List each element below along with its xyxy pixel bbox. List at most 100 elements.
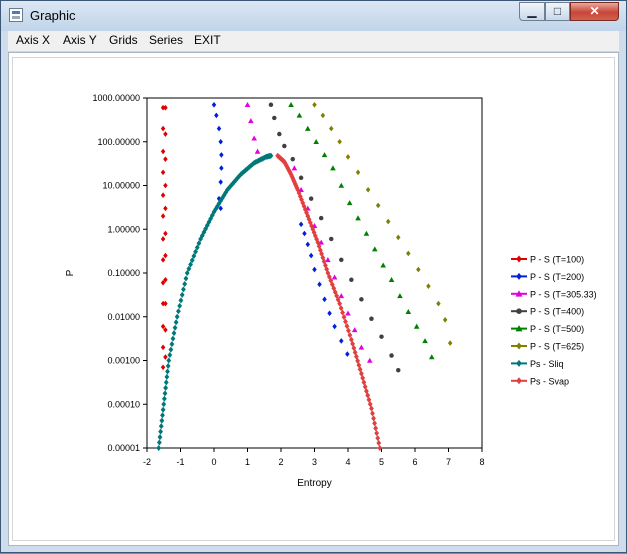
- x-tick-label: 2: [278, 457, 283, 467]
- series-4-point: [330, 165, 336, 171]
- series-5-point: [345, 154, 351, 160]
- series-1-point: [339, 338, 344, 344]
- legend-label-0: P - S (T=100): [530, 255, 584, 265]
- series-0-point: [163, 300, 168, 307]
- x-tick-label: 6: [412, 457, 417, 467]
- graphic-window: Graphic ▁ □ ✕ Axis X Axis Y Grids Series…: [0, 0, 627, 553]
- series-6-point: [181, 286, 186, 293]
- series-5-point: [355, 169, 361, 176]
- series-3-point: [290, 156, 295, 162]
- y-tick-label: 10.00000: [102, 181, 140, 191]
- series-0-point: [160, 192, 166, 199]
- series-0-point: [163, 230, 168, 237]
- series-6-point: [169, 341, 175, 348]
- series-3-point: [272, 115, 277, 121]
- series-7-point: [372, 420, 377, 427]
- legend-label-1: P - S (T=200): [530, 272, 584, 282]
- series-0-point: [160, 257, 166, 263]
- series-2-point: [244, 101, 251, 108]
- series-6-point: [163, 379, 169, 386]
- series-0-point: [160, 344, 166, 351]
- series-6-point: [163, 384, 169, 391]
- series-5-point: [365, 186, 371, 193]
- series-1-point: [308, 252, 314, 259]
- series-1-point: [312, 266, 317, 273]
- series-4-point: [422, 338, 428, 344]
- y-tick-label: 0.00001: [107, 443, 140, 453]
- series-7-point: [373, 425, 379, 432]
- series-6-point: [160, 412, 165, 419]
- series-2-point: [338, 293, 345, 299]
- series-0-point: [160, 364, 166, 371]
- x-tick-label: 4: [345, 457, 350, 467]
- series-4-point: [296, 112, 303, 118]
- series-5-point: [442, 317, 448, 323]
- series-6-point: [160, 406, 166, 413]
- y-tick-label: 1000.00000: [92, 93, 140, 103]
- series-0-point: [160, 125, 166, 132]
- y-tick-label: 0.00010: [107, 399, 140, 409]
- series-3-point: [308, 196, 314, 201]
- series-4-point: [372, 246, 378, 252]
- y-tick-label: 0.00100: [107, 356, 140, 366]
- series-4-point: [288, 101, 294, 108]
- series-6-point: [172, 324, 178, 331]
- series-5-point: [312, 101, 317, 108]
- series-1-point: [327, 310, 332, 317]
- series-0-point: [163, 252, 168, 259]
- series-6-point: [174, 313, 180, 320]
- series-4-point: [338, 182, 345, 188]
- series-6-point: [171, 330, 177, 337]
- series-6-point: [170, 335, 176, 342]
- y-tick-label: 100.00000: [97, 137, 140, 147]
- series-6-point: [167, 352, 173, 359]
- series-6-point: [157, 434, 163, 441]
- series-1-point: [218, 138, 223, 145]
- series-2-point: [345, 310, 351, 316]
- series-1-point: [214, 112, 219, 119]
- series-5-point: [320, 112, 326, 119]
- series-6-point: [162, 390, 168, 397]
- series-1-point: [332, 323, 337, 330]
- series-1-point: [298, 221, 304, 228]
- series-2-point: [366, 357, 373, 363]
- series-4-point: [397, 293, 403, 299]
- x-tick-label: -1: [176, 457, 184, 467]
- series-5-point: [436, 300, 441, 307]
- series-4-point: [388, 276, 395, 283]
- series-7-point: [374, 430, 380, 437]
- y-tick-label: 1.00000: [107, 224, 140, 234]
- series-2-point: [331, 274, 338, 280]
- series-4-point: [363, 230, 370, 236]
- series-3-point: [379, 334, 384, 339]
- series-0-point: [160, 169, 166, 176]
- series-3-point: [359, 297, 364, 302]
- series-5-point: [416, 266, 421, 273]
- x-tick-label: 7: [446, 457, 451, 467]
- x-tick-label: -2: [143, 457, 151, 467]
- series-1-point: [211, 101, 217, 108]
- series-5-point: [447, 340, 453, 346]
- x-tick-label: 1: [245, 457, 250, 467]
- series-1-point: [302, 230, 307, 237]
- series-6-point: [161, 401, 167, 408]
- series-5-point: [396, 234, 401, 241]
- series-4-point: [355, 215, 361, 221]
- legend-label-2: P - S (T=305.33): [530, 289, 597, 299]
- series-4-point: [380, 262, 386, 268]
- series-5-point: [329, 125, 334, 132]
- series-0-point: [163, 156, 168, 162]
- series-7-point: [370, 410, 375, 417]
- series-4-point: [413, 323, 420, 329]
- series-3-point: [369, 316, 374, 321]
- series-3-point: [349, 277, 354, 283]
- x-tick-label: 0: [211, 457, 216, 467]
- series-5-point: [385, 218, 391, 225]
- series-6-point: [168, 346, 174, 353]
- series-0-point: [163, 131, 168, 137]
- series-3-point: [329, 236, 334, 242]
- series-2-point: [291, 165, 298, 171]
- series-0-point: [163, 182, 168, 189]
- series-0-point: [163, 354, 168, 360]
- series-1-point: [216, 125, 222, 132]
